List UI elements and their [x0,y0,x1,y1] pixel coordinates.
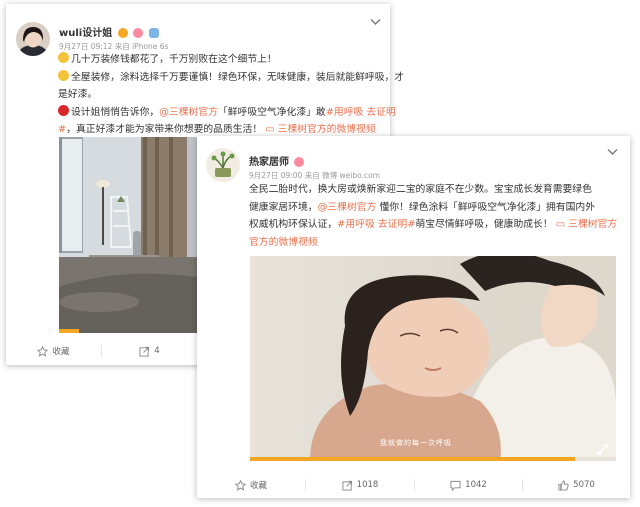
mention-link[interactable]: @三棵树官方 [318,202,377,213]
video-link[interactable]: ▭ 三棵树官方 [556,219,617,230]
favorite-button[interactable]: 收藏 [6,345,101,357]
video-link[interactable]: ▭ 三棵树官方的微博视频 [265,124,375,135]
post-text: 几十万装修钱都花了，千万别败在这个细节上！ 全屋装修，涂料选择千万要谨慎！绿色环… [58,52,405,135]
video-player[interactable]: 我就做的每一次呼吸 [250,256,616,461]
forward-icon [342,480,352,491]
like-button[interactable]: 5070 [523,479,630,491]
username[interactable]: wuli设计姐 [59,28,112,39]
hashtag-link[interactable]: #用呼吸 去证明# [337,219,415,230]
vip-badge-icon [117,28,128,38]
post-timestamp[interactable]: 9月27日 09:12 [59,42,112,51]
forward-button[interactable]: 4 [102,346,197,357]
video-thumbnail[interactable] [59,137,197,333]
post-source: 来自 微博 weibo.com [304,171,380,180]
glasses-emoji-icon [58,69,69,81]
video-caption: 我就做的每一次呼吸 [380,439,452,447]
post-source: 来自 iPhone 6s [114,42,169,51]
chevron-down-icon[interactable] [607,148,618,159]
post-actions: 收藏 1018 1042 5070 [197,474,630,496]
post-text: 全民二胎时代，换大房或焕新家迎二宝的家庭不在少数。宝宝成长发育需要绿色 健康家居… [249,184,618,248]
sunglasses-emoji-icon [58,52,69,63]
video-link-icon: ▭ [555,219,569,230]
level-badge-icon [148,28,159,38]
hashtag-link[interactable]: #用呼吸 去证明 [326,107,396,118]
avatar[interactable] [206,148,240,182]
heart-badge-icon [294,157,305,167]
weibo-post-card-2: 热家居师 9月27日 09:00 来自 微博 weibo.com 全民二胎时代，… [197,136,630,498]
mention-link[interactable]: @三棵树官方 [159,107,218,118]
forward-button[interactable]: 1018 [306,480,414,491]
chevron-down-icon[interactable] [370,18,381,29]
forward-icon [139,346,150,357]
avatar[interactable] [16,22,50,56]
video-link-icon: ▭ [265,124,278,135]
thumbs-up-icon [558,479,569,491]
favorite-button[interactable]: 收藏 [197,479,305,491]
fullscreen-icon[interactable] [597,440,608,459]
star-icon [234,479,246,491]
apple-emoji-icon [58,104,69,116]
video-link-continued[interactable]: 官方的微博视频 [249,237,318,248]
star-icon [37,345,49,357]
comment-button[interactable]: 1042 [415,480,522,491]
heart-badge-icon [133,28,144,38]
comment-icon [450,480,461,491]
post-timestamp[interactable]: 9月27日 09:00 [249,171,302,180]
username[interactable]: 热家居师 [249,157,289,168]
